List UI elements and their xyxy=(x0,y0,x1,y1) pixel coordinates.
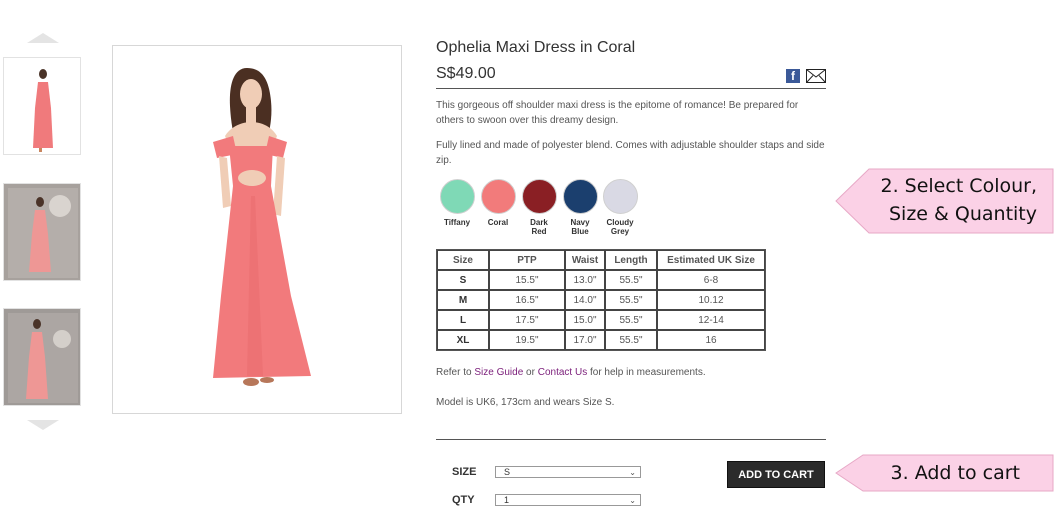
callout-step-2-line-1: 2. Select Colour, xyxy=(880,175,1037,197)
quantity-select[interactable]: 1 ⌄ xyxy=(495,494,641,506)
swatch-label: Cloudy Grey xyxy=(606,218,634,236)
size-chart-header: Length xyxy=(605,250,657,270)
size-chart-header: PTP xyxy=(489,250,565,270)
thumbnail-1[interactable] xyxy=(3,57,81,155)
colour-swatch-dark-red[interactable]: Dark Red xyxy=(519,179,559,236)
size-chart-cell: 6-8 xyxy=(657,270,765,290)
thumbnail-2[interactable] xyxy=(3,183,81,281)
thumbnail-dress-image xyxy=(4,58,80,154)
size-select-value: S xyxy=(504,467,511,477)
size-chart-cell: 15.5" xyxy=(489,270,565,290)
size-chart-cell: 55.5" xyxy=(605,290,657,310)
size-select[interactable]: S ⌄ xyxy=(495,466,641,478)
size-chart-cell: 55.5" xyxy=(605,270,657,290)
size-chart-cell: S xyxy=(437,270,489,290)
size-chart-row: S 15.5" 13.0" 55.5" 6-8 xyxy=(437,270,765,290)
thumbnail-dress-image xyxy=(4,184,80,280)
size-chart-row: XL 19.5" 17.0" 55.5" 16 xyxy=(437,330,765,350)
title-divider xyxy=(436,88,826,89)
size-chart-cell: L xyxy=(437,310,489,330)
thumbnail-3[interactable] xyxy=(3,308,81,406)
size-chart-cell: 17.5" xyxy=(489,310,565,330)
size-chart-header-row: Size PTP Waist Length Estimated UK Size xyxy=(437,250,765,270)
swatch-dot[interactable] xyxy=(602,179,638,214)
size-chart-cell: 10.12 xyxy=(657,290,765,310)
size-chart-row: M 16.5" 14.0" 55.5" 10.12 xyxy=(437,290,765,310)
callout-step-2-text: 2. Select Colour, Size & Quantity xyxy=(860,172,1037,228)
colour-swatch-coral[interactable]: Coral xyxy=(478,179,518,227)
callout-step-3-text: 3. Add to cart xyxy=(890,462,1020,484)
facebook-icon[interactable]: f xyxy=(786,69,800,83)
chevron-down-icon: ⌄ xyxy=(629,496,636,505)
swatch-label: Coral xyxy=(487,218,509,227)
product-price: S$49.00 xyxy=(436,65,496,82)
size-chart-cell: 16 xyxy=(657,330,765,350)
swatch-label: Navy Blue xyxy=(570,218,590,236)
thumbnail-scroll-up-arrow[interactable] xyxy=(27,33,59,43)
contact-us-link[interactable]: Contact Us xyxy=(538,367,587,378)
product-fabric-description: Fully lined and made of polyester blend.… xyxy=(436,140,825,166)
quantity-select-value: 1 xyxy=(504,495,510,505)
product-description: This gorgeous off shoulder maxi dress is… xyxy=(436,100,799,126)
swatch-dot[interactable] xyxy=(480,179,516,214)
size-chart-cell: 15.0" xyxy=(565,310,605,330)
swatch-dot[interactable] xyxy=(439,179,475,214)
size-chart-cell: 19.5" xyxy=(489,330,565,350)
thumbnail-dress-image xyxy=(4,309,80,405)
size-chart-cell: 13.0" xyxy=(565,270,605,290)
purchase-divider xyxy=(436,439,826,440)
model-in-coral-dress-image xyxy=(113,46,401,413)
product-title: Ophelia Maxi Dress in Coral xyxy=(436,39,636,56)
size-chart-table: Size PTP Waist Length Estimated UK Size … xyxy=(436,249,766,351)
swatch-label: Tiffany xyxy=(443,218,471,227)
size-chart-row: L 17.5" 15.0" 55.5" 12-14 xyxy=(437,310,765,330)
size-chart-header: Size xyxy=(437,250,489,270)
size-chart-cell: 17.0" xyxy=(565,330,605,350)
main-product-image[interactable] xyxy=(112,45,402,414)
colour-swatch-navy-blue[interactable]: Navy Blue xyxy=(560,179,600,236)
swatch-label: Dark Red xyxy=(530,218,548,236)
size-chart-header: Waist xyxy=(565,250,605,270)
qty-label: QTY xyxy=(452,494,475,506)
email-icon[interactable] xyxy=(806,69,826,83)
size-chart-cell: M xyxy=(437,290,489,310)
size-chart-header: Estimated UK Size xyxy=(657,250,765,270)
size-chart-cell: 16.5" xyxy=(489,290,565,310)
swatch-dot[interactable] xyxy=(562,179,598,214)
callout-step-2-line-2: Size & Quantity xyxy=(888,203,1037,225)
colour-swatch-tiffany[interactable]: Tiffany xyxy=(437,179,477,227)
thumbnail-scroll-down-arrow[interactable] xyxy=(27,420,59,430)
add-to-cart-button[interactable]: ADD TO CART xyxy=(727,461,825,488)
size-chart-cell: 55.5" xyxy=(605,310,657,330)
size-chart-cell: 14.0" xyxy=(565,290,605,310)
model-size-note: Model is UK6, 173cm and wears Size S. xyxy=(436,397,615,408)
size-chart-cell: 55.5" xyxy=(605,330,657,350)
measurement-help-text: Refer to Size Guide or Contact Us for he… xyxy=(436,367,706,378)
help-prefix: Refer to xyxy=(436,367,475,378)
colour-swatch-cloudy-grey[interactable]: Cloudy Grey xyxy=(600,179,640,236)
size-guide-link[interactable]: Size Guide xyxy=(474,367,523,378)
size-chart-cell: XL xyxy=(437,330,489,350)
swatch-dot[interactable] xyxy=(521,179,557,214)
help-suffix: for help in measurements. xyxy=(587,367,706,378)
help-middle: or xyxy=(523,367,538,378)
chevron-down-icon: ⌄ xyxy=(629,468,636,477)
size-chart-cell: 12-14 xyxy=(657,310,765,330)
size-label: SIZE xyxy=(452,466,477,478)
